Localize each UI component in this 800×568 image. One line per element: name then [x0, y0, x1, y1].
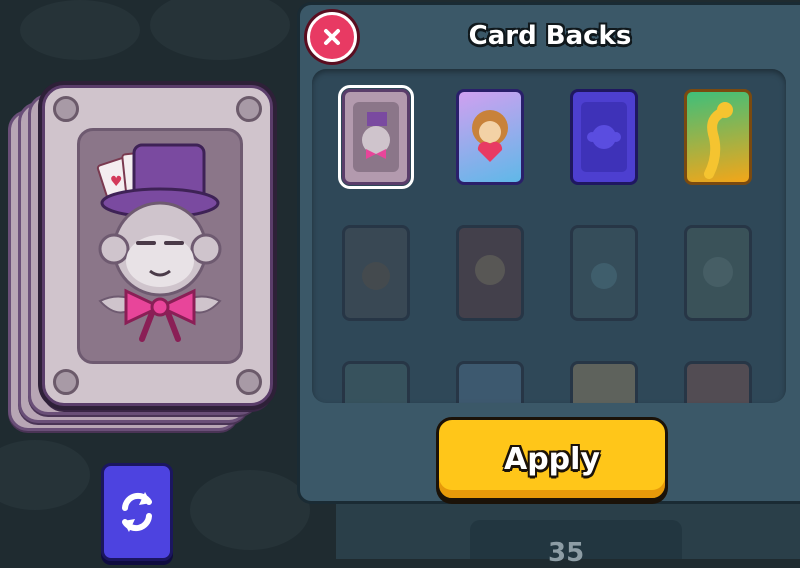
svg-text:♥: ♥: [110, 174, 123, 190]
card-back-preview: ♥ ♠: [0, 80, 275, 445]
card-back-magician-monkey[interactable]: [338, 85, 414, 189]
bolt-icon: [53, 96, 79, 122]
background-shape: [20, 0, 140, 60]
bolt-icon: [53, 369, 79, 395]
card-backs-grid[interactable]: [312, 69, 786, 403]
card-back-heart-monkey[interactable]: [456, 89, 524, 185]
card-back-pirate[interactable]: [342, 361, 410, 403]
counter-value: 35: [548, 538, 585, 568]
card-backs-panel: Card Backs Apply: [297, 2, 800, 504]
card-back-purple-monkey[interactable]: [570, 89, 638, 185]
heart-monkey-icon: [472, 110, 508, 162]
preview-card-artwork: ♥ ♠: [77, 128, 243, 364]
card-back-chocolate-monkey[interactable]: [342, 225, 410, 321]
background-shape: [150, 0, 290, 60]
chocolate-monkey-icon: [362, 262, 390, 290]
panel-title: Card Backs: [468, 21, 632, 51]
apply-button[interactable]: Apply: [436, 417, 668, 501]
swap-card-button[interactable]: [101, 463, 173, 561]
card-back-orange[interactable]: [570, 361, 638, 403]
monkey-silhouette-icon: [581, 102, 627, 172]
owl-icon: [703, 257, 733, 287]
red-monkey-icon: [475, 255, 505, 285]
background-shape: [190, 470, 310, 550]
magician-monkey-icon: [353, 102, 399, 172]
magician-monkey-icon: ♥ ♠: [96, 143, 222, 342]
background-shape: [0, 440, 90, 510]
bolt-icon: [236, 96, 262, 122]
card-back-blue-monkey[interactable]: [456, 361, 524, 403]
bolt-icon: [236, 369, 262, 395]
swap-arrows-icon: [122, 492, 152, 532]
preview-card-front: ♥ ♠: [42, 85, 273, 406]
card-back-teal-monkey[interactable]: [570, 225, 638, 321]
card-back-party[interactable]: [684, 361, 752, 403]
card-back-forest-owl[interactable]: [684, 225, 752, 321]
snake-icon: [704, 102, 733, 179]
apply-button-label: Apply: [503, 441, 600, 477]
card-back-golden-snake[interactable]: [684, 89, 752, 185]
card-back-red-monkey[interactable]: [456, 225, 524, 321]
teal-monkey-icon: [591, 263, 617, 289]
